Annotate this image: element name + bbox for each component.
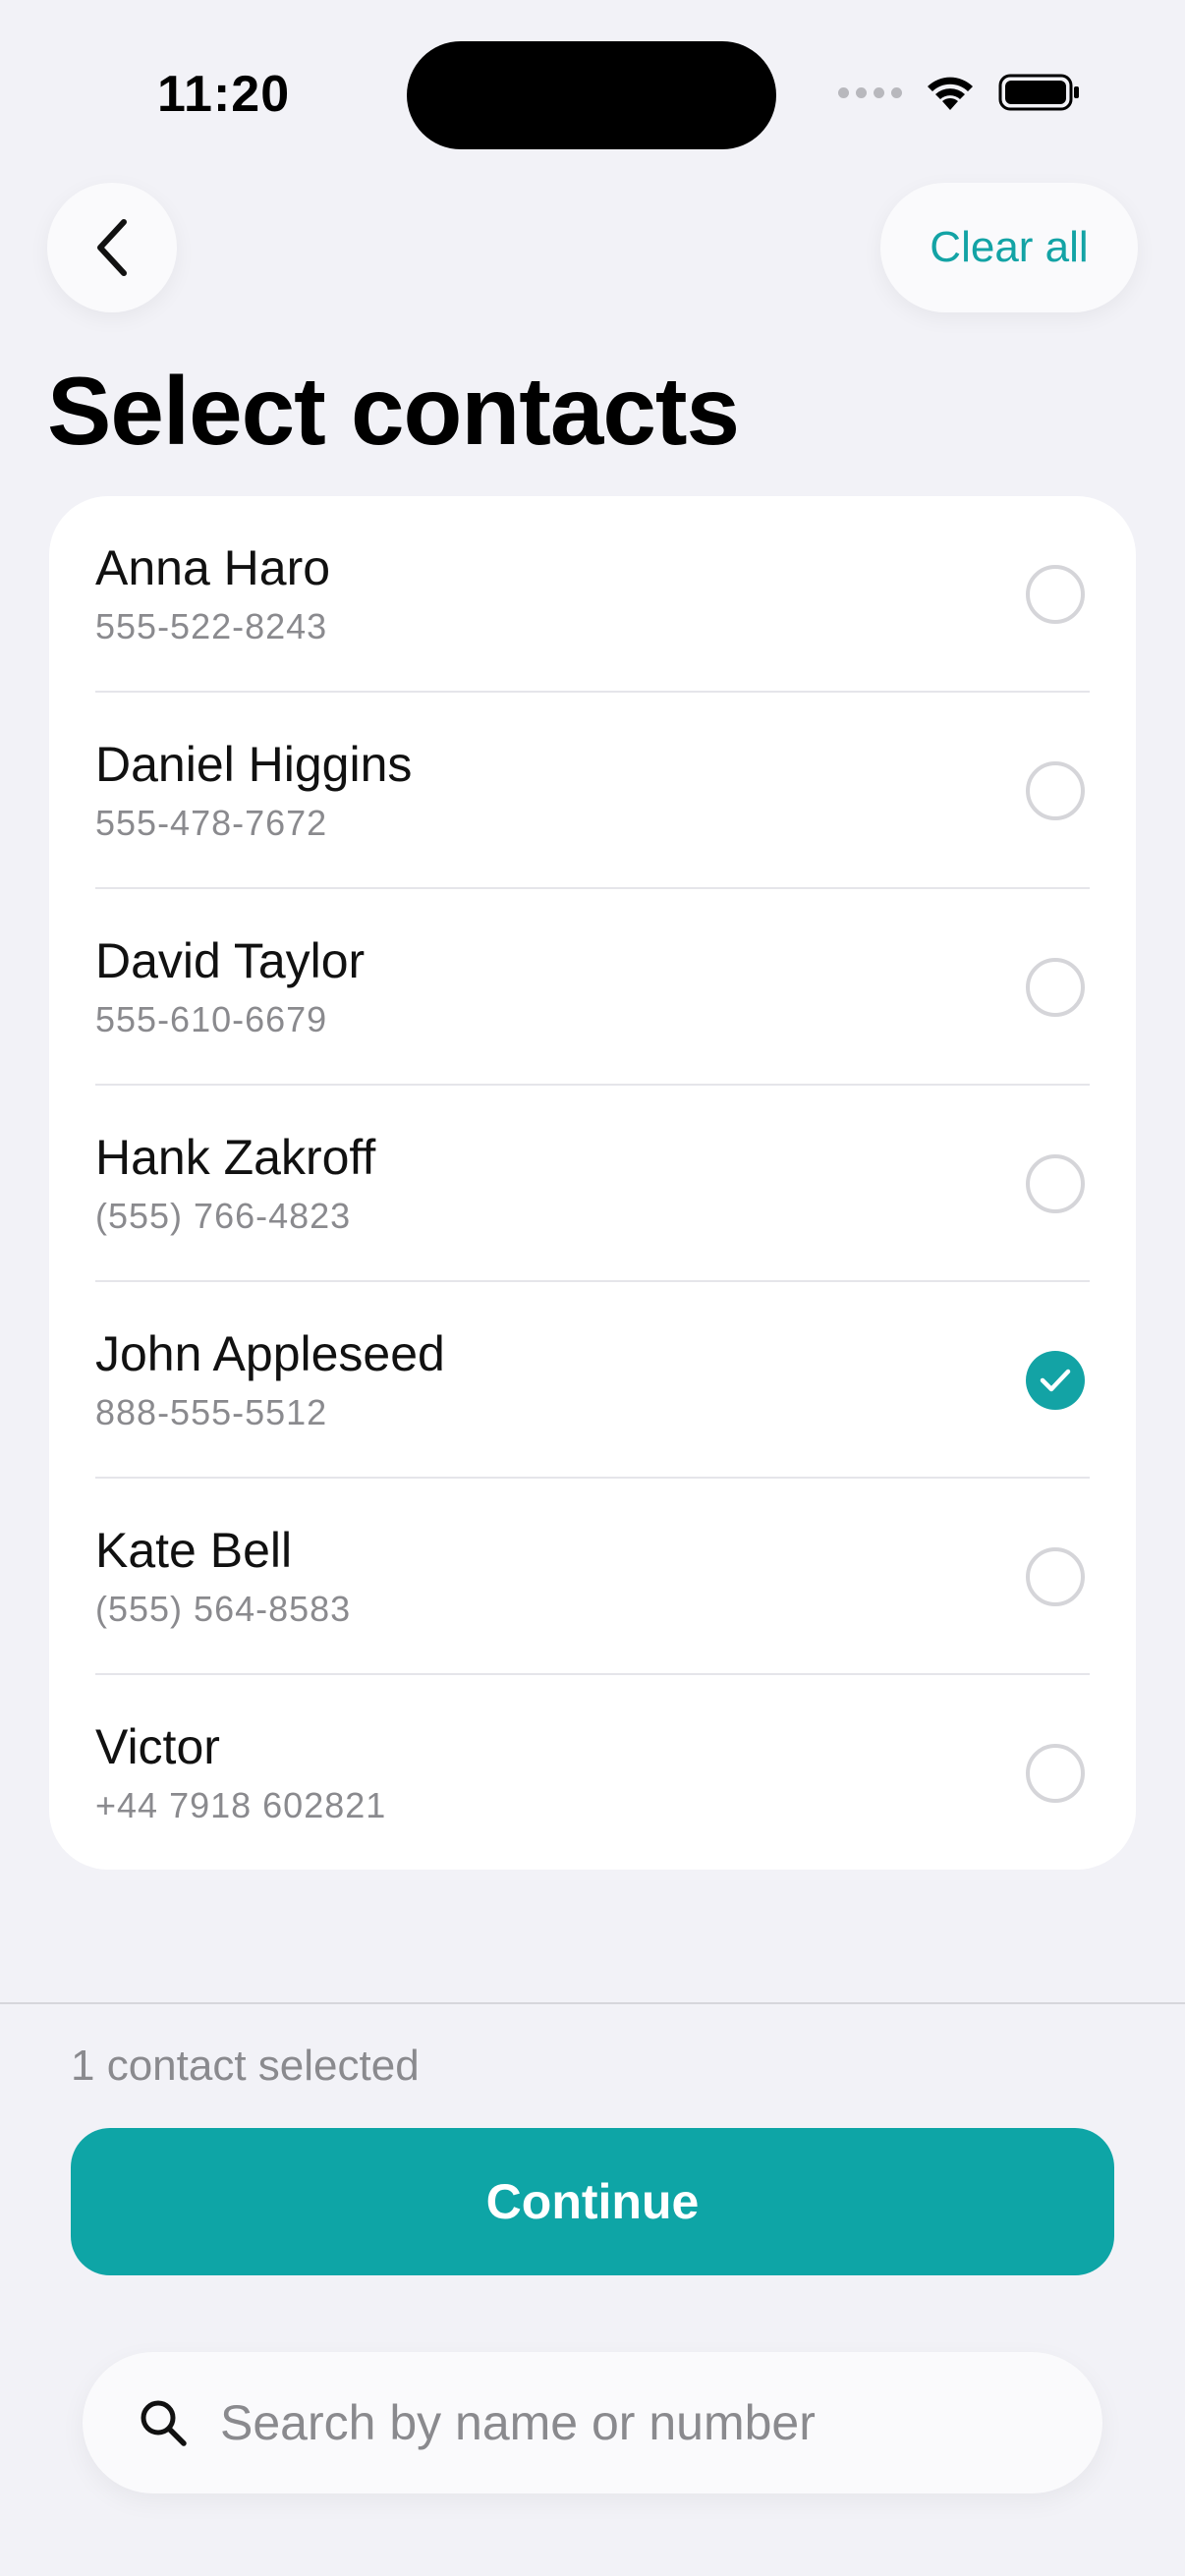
screen: 11:20 Clear all Select contacts Anna Har…: [0, 0, 1185, 2576]
contact-name: Hank Zakroff: [95, 1130, 376, 1185]
contact-row[interactable]: John Appleseed 888-555-5512: [49, 1282, 1136, 1479]
cellular-signal-icon: [838, 86, 902, 98]
select-radio[interactable]: [1026, 761, 1085, 820]
status-icons: [838, 73, 1081, 112]
checkmark-icon: [1040, 1369, 1071, 1392]
contact-phone: +44 7918 602821: [95, 1785, 387, 1825]
select-radio-checked[interactable]: [1026, 1351, 1085, 1410]
dynamic-island: [407, 41, 776, 149]
clear-all-button[interactable]: Clear all: [880, 183, 1138, 312]
selected-count: 1 contact selected: [71, 2042, 420, 2090]
select-radio[interactable]: [1026, 1744, 1085, 1803]
continue-button[interactable]: Continue: [71, 2128, 1114, 2275]
contact-row[interactable]: Victor +44 7918 602821: [49, 1675, 1136, 1870]
footer-divider: [0, 2002, 1185, 2004]
contact-phone: 555-610-6679: [95, 999, 328, 1039]
search-input[interactable]: [220, 2394, 1045, 2451]
contact-name: Daniel Higgins: [95, 737, 413, 792]
select-radio[interactable]: [1026, 565, 1085, 624]
contact-phone: (555) 766-4823: [95, 1196, 352, 1236]
contact-phone: 555-522-8243: [95, 606, 328, 646]
select-radio[interactable]: [1026, 1547, 1085, 1606]
page-title: Select contacts: [47, 357, 740, 465]
contacts-list: Anna Haro 555-522-8243 Daniel Higgins 55…: [49, 496, 1136, 1870]
contact-name: John Appleseed: [95, 1326, 445, 1381]
search-bar[interactable]: [83, 2352, 1102, 2493]
wifi-icon: [928, 77, 973, 110]
contact-row[interactable]: Anna Haro 555-522-8243: [49, 496, 1136, 693]
contact-name: Anna Haro: [95, 540, 331, 595]
contact-name: David Taylor: [95, 933, 366, 988]
status-time: 11:20: [157, 66, 291, 123]
contact-phone: 555-478-7672: [95, 803, 328, 843]
select-radio[interactable]: [1026, 1154, 1085, 1213]
contact-row[interactable]: Hank Zakroff (555) 766-4823: [49, 1086, 1136, 1282]
contact-name: Kate Bell: [95, 1523, 293, 1578]
battery-icon: [998, 74, 1079, 111]
contact-phone: (555) 564-8583: [95, 1589, 352, 1629]
contact-row[interactable]: Kate Bell (555) 564-8583: [49, 1479, 1136, 1675]
contact-row[interactable]: Daniel Higgins 555-478-7672: [49, 693, 1136, 889]
back-button[interactable]: [47, 183, 177, 312]
contact-name: Victor: [95, 1719, 220, 1774]
select-radio[interactable]: [1026, 958, 1085, 1017]
chevron-left-icon: [97, 219, 127, 276]
contact-phone: 888-555-5512: [95, 1392, 328, 1432]
search-icon: [141, 2400, 187, 2446]
contact-row[interactable]: David Taylor 555-610-6679: [49, 889, 1136, 1086]
